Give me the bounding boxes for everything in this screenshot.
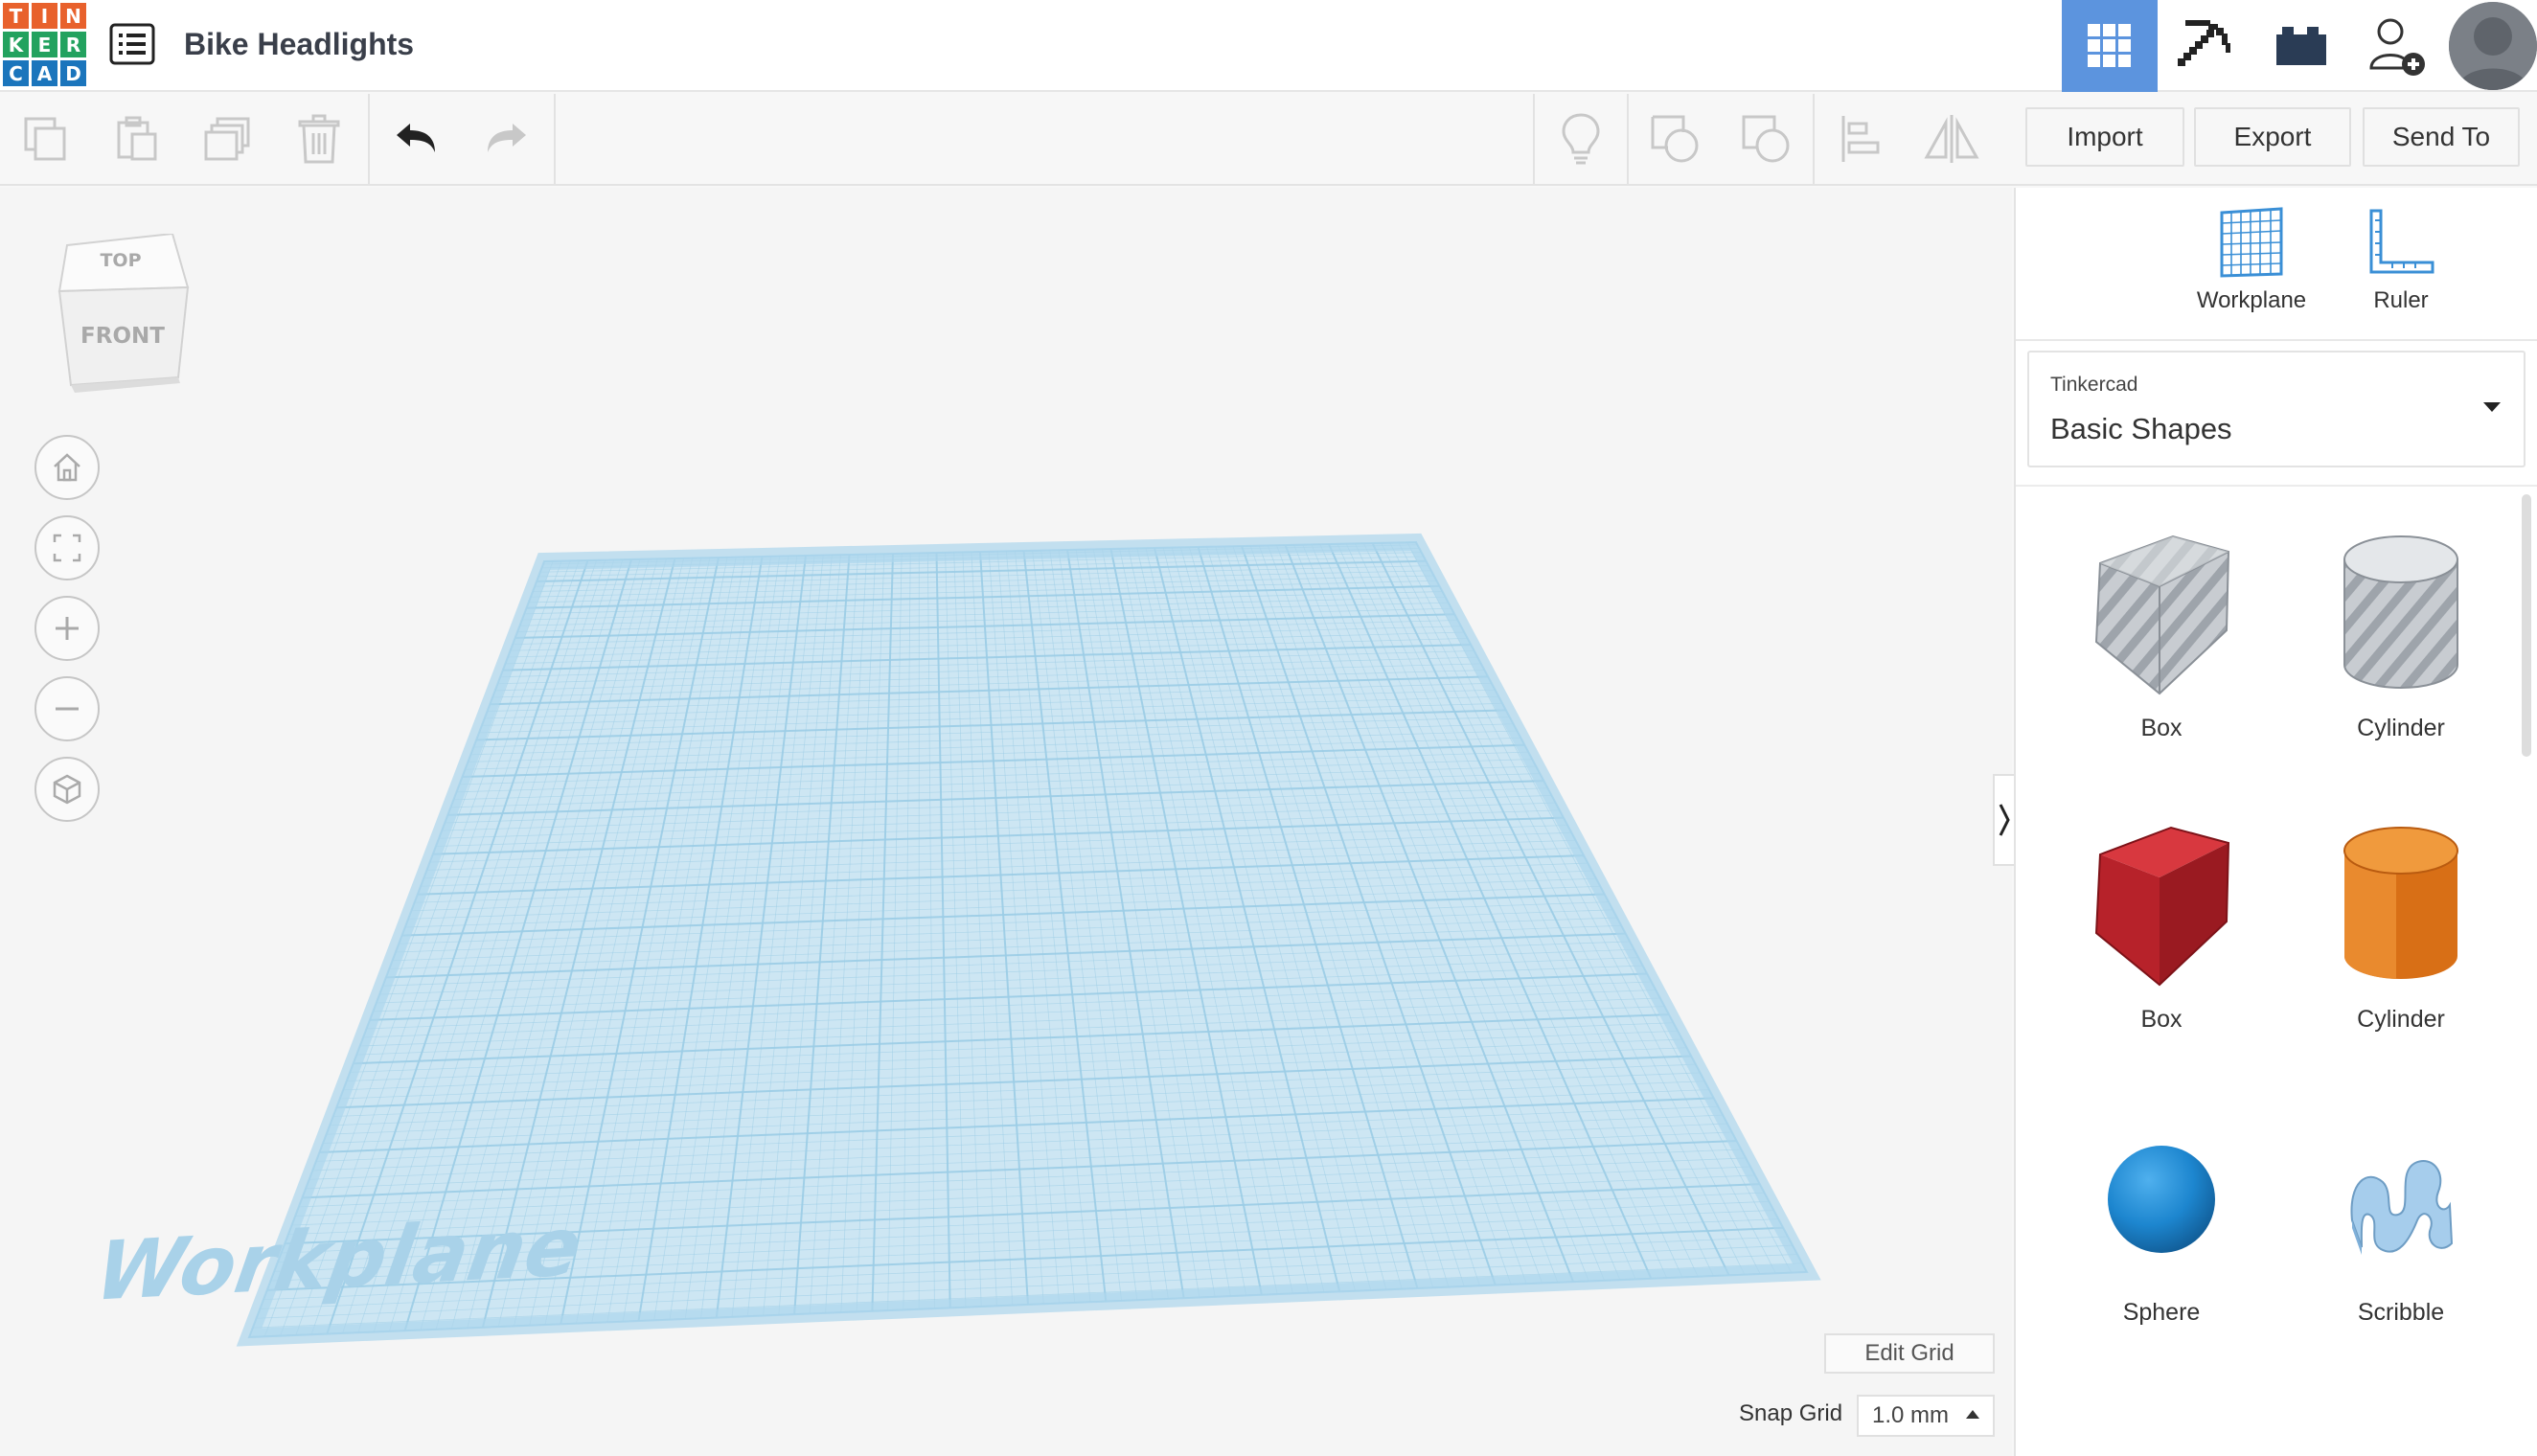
collapse-panel-button[interactable] <box>1993 774 2014 866</box>
3d-viewport[interactable]: Workplane TOP FRONT Edit Grid Snap Grid … <box>0 188 2012 1456</box>
fit-view-icon[interactable] <box>34 515 100 580</box>
zoom-in-icon[interactable] <box>34 596 100 661</box>
align-icon[interactable] <box>1815 94 1906 184</box>
copy-icon[interactable] <box>0 94 91 184</box>
ruler-tool-label: Ruler <box>2373 287 2429 313</box>
home-view-icon[interactable] <box>34 435 100 500</box>
logo-letter: C <box>3 60 29 86</box>
logo-letter: N <box>60 3 86 29</box>
bricks-icon[interactable] <box>2253 0 2349 92</box>
shape-label: Box <box>2140 715 2183 741</box>
shape-label: Scribble <box>2357 1299 2445 1326</box>
shape-scribble[interactable]: Scribble <box>2305 1115 2497 1345</box>
shape-cylinder[interactable]: Cylinder <box>2305 822 2497 1052</box>
hole-shape-icon[interactable] <box>1720 94 1811 184</box>
solid-shape-icon[interactable] <box>1629 94 1720 184</box>
workplane-tool-label: Workplane <box>2196 287 2307 313</box>
export-button[interactable]: Export <box>2194 107 2351 167</box>
design-list-icon[interactable] <box>109 23 155 65</box>
delete-icon[interactable] <box>273 94 364 184</box>
align-tools <box>1815 94 1997 184</box>
view-cube[interactable]: TOP FRONT <box>54 232 197 393</box>
shape-library-select[interactable]: Tinkercad Basic Shapes <box>2027 351 2526 467</box>
pickaxe-icon[interactable] <box>2158 0 2253 92</box>
edit-grid-button[interactable]: Edit Grid <box>1824 1333 1995 1374</box>
send-to-button[interactable]: Send To <box>2363 107 2520 167</box>
workplane-grid[interactable]: Workplane <box>0 188 2012 1456</box>
ruler-tool[interactable]: Ruler <box>2305 207 2497 341</box>
design-title[interactable]: Bike Headlights <box>184 27 414 62</box>
solid-hole-tools <box>1629 94 1811 184</box>
history-tools <box>370 94 552 184</box>
mirror-icon[interactable] <box>1906 94 1997 184</box>
shape-label: Cylinder <box>2357 715 2445 741</box>
lightbulb-icon[interactable] <box>1535 94 1626 184</box>
3d-design-view-icon[interactable] <box>2062 0 2158 92</box>
tinkercad-logo[interactable]: TIN KER CAD <box>3 3 86 86</box>
import-button[interactable]: Import <box>2025 107 2184 167</box>
tinkercad-editor: TIN KER CAD Bike Headlights Import Export … <box>0 0 2537 1456</box>
user-avatar[interactable] <box>2449 2 2537 90</box>
caret-down-icon <box>2483 402 2501 412</box>
box-icon <box>2094 826 2230 987</box>
cylinder-hole-icon <box>2343 535 2458 689</box>
add-user-icon[interactable] <box>2349 0 2445 92</box>
ruler-icon <box>2369 209 2434 274</box>
shape-box-hole[interactable]: Box <box>2066 531 2257 761</box>
shape-label: Box <box>2140 1006 2183 1033</box>
workplane-grid-icon <box>2220 207 2283 278</box>
logo-letter: A <box>32 60 57 86</box>
logo-letter: T <box>3 3 29 29</box>
top-right-nav <box>2062 0 2537 92</box>
logo-letter: R <box>60 32 86 57</box>
shape-tools <box>1535 94 1626 184</box>
shape-cylinder-hole[interactable]: Cylinder <box>2305 531 2497 761</box>
zoom-out-icon[interactable] <box>34 676 100 741</box>
cylinder-icon <box>2343 827 2458 979</box>
shape-label: Sphere <box>2122 1299 2201 1326</box>
shape-box[interactable]: Box <box>2066 822 2257 1052</box>
library-name: Basic Shapes <box>2050 412 2232 445</box>
shapes-panel: Workplane Ruler Tinkercad Basic Shapes B… <box>2014 188 2537 1456</box>
viewcube-front-label: FRONT <box>80 324 165 349</box>
scribble-icon <box>2350 1160 2454 1255</box>
caret-up-icon <box>1966 1410 1979 1419</box>
perspective-icon[interactable] <box>34 757 100 822</box>
panel-scrollbar[interactable] <box>2522 494 2531 757</box>
logo-letter: E <box>32 32 57 57</box>
duplicate-icon[interactable] <box>182 94 273 184</box>
edit-toolbar: Import Export Send To <box>0 94 2537 186</box>
clipboard-tools <box>0 94 364 184</box>
box-hole-icon <box>2094 535 2230 695</box>
logo-letter: D <box>60 60 86 86</box>
snap-grid-label: Snap Grid <box>1739 1400 1843 1426</box>
library-category: Tinkercad <box>2050 374 2138 396</box>
redo-icon[interactable] <box>461 94 552 184</box>
shape-label: Cylinder <box>2357 1006 2445 1033</box>
sphere-icon <box>2108 1146 2215 1253</box>
viewcube-top-label: TOP <box>100 250 141 271</box>
undo-icon[interactable] <box>370 94 461 184</box>
snap-grid-value: 1.0 mm <box>1872 1402 1950 1428</box>
logo-letter: K <box>3 32 29 57</box>
snap-grid-select[interactable]: 1.0 mm <box>1857 1395 1995 1437</box>
top-bar: TIN KER CAD Bike Headlights <box>0 0 2537 92</box>
shape-sphere[interactable]: Sphere <box>2066 1115 2257 1345</box>
logo-letter: I <box>32 3 57 29</box>
paste-icon[interactable] <box>91 94 182 184</box>
